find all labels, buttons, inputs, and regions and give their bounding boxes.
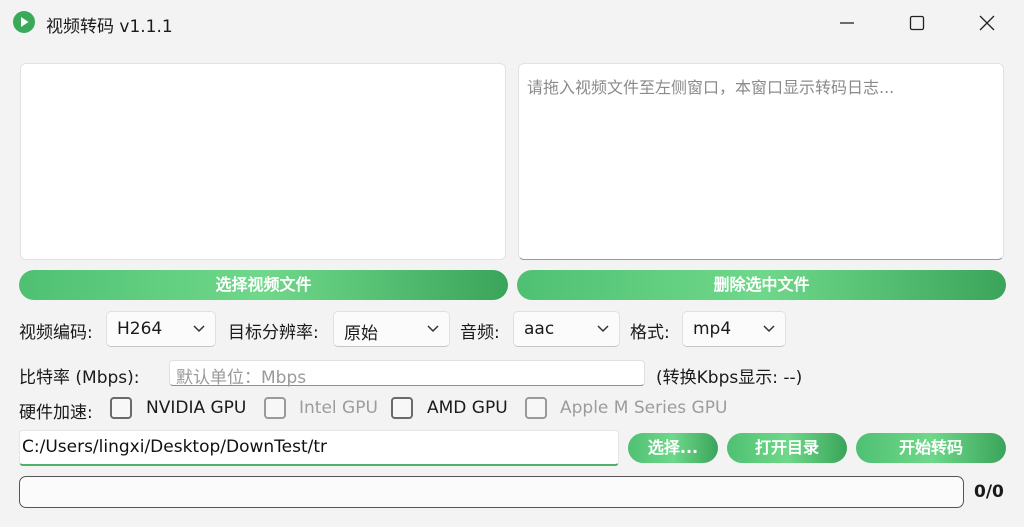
kbps-note: (转换Kbps显示: --) [656, 368, 803, 388]
nvidia-checkbox[interactable] [110, 397, 132, 419]
video-codec-label: 视频编码: [19, 323, 93, 343]
intel-checkbox[interactable] [264, 397, 286, 419]
format-select[interactable]: mp4 [682, 311, 786, 347]
progress-count: 0/0 [974, 482, 1004, 502]
minimize-icon [840, 22, 854, 24]
log-placeholder: 请拖入视频文件至左侧窗口，本窗口显示转码日志... [527, 78, 895, 97]
maximize-icon [909, 15, 925, 31]
choose-dir-button[interactable]: 选择... [628, 433, 718, 463]
hardware-label: 硬件加速: [19, 403, 93, 423]
amd-checkbox[interactable] [391, 397, 413, 419]
bitrate-input[interactable]: 默认单位：Mbps [169, 360, 645, 388]
play-icon [13, 11, 35, 33]
chevron-down-icon [763, 325, 775, 333]
chevron-down-icon [427, 325, 439, 333]
audio-select[interactable]: aac [513, 311, 620, 347]
close-button[interactable] [952, 0, 1022, 46]
maximize-button[interactable] [882, 0, 952, 46]
video-codec-select[interactable]: H264 [106, 311, 216, 347]
chevron-down-icon [193, 325, 205, 333]
log-textarea[interactable]: 请拖入视频文件至左侧窗口，本窗口显示转码日志... [518, 63, 1004, 260]
resolution-select[interactable]: 原始 [333, 311, 450, 347]
audio-value: aac [524, 319, 555, 339]
title-bar: 视频转码 v1.1.1 [0, 0, 1024, 46]
output-path-input[interactable]: C:/Users/lingxi/Desktop/DownTest/tr [19, 430, 619, 466]
open-dir-button[interactable]: 打开目录 [727, 433, 847, 463]
close-icon [979, 15, 995, 31]
file-drop-list[interactable] [20, 63, 506, 260]
apple-checkbox[interactable] [525, 397, 547, 419]
video-codec-value: H264 [117, 319, 163, 339]
resolution-value: 原始 [344, 324, 378, 344]
select-video-button[interactable]: 选择视频文件 [19, 270, 508, 300]
progress-bar [19, 476, 964, 508]
bitrate-placeholder: 默认单位：Mbps [176, 368, 307, 388]
start-transcode-button[interactable]: 开始转码 [856, 433, 1006, 463]
intel-label: Intel GPU [299, 398, 378, 418]
nvidia-label: NVIDIA GPU [146, 398, 247, 418]
format-label: 格式: [630, 323, 670, 343]
format-value: mp4 [693, 319, 732, 339]
amd-label: AMD GPU [427, 398, 508, 418]
resolution-label: 目标分辨率: [228, 323, 319, 343]
delete-selected-button[interactable]: 删除选中文件 [517, 270, 1006, 300]
window-title: 视频转码 v1.1.1 [46, 17, 173, 37]
audio-label: 音频: [460, 323, 500, 343]
apple-label: Apple M Series GPU [560, 398, 728, 418]
minimize-button[interactable] [812, 0, 882, 46]
output-path-value: C:/Users/lingxi/Desktop/DownTest/tr [22, 437, 328, 457]
chevron-down-icon [597, 325, 609, 333]
bitrate-label: 比特率 (Mbps): [19, 368, 140, 388]
